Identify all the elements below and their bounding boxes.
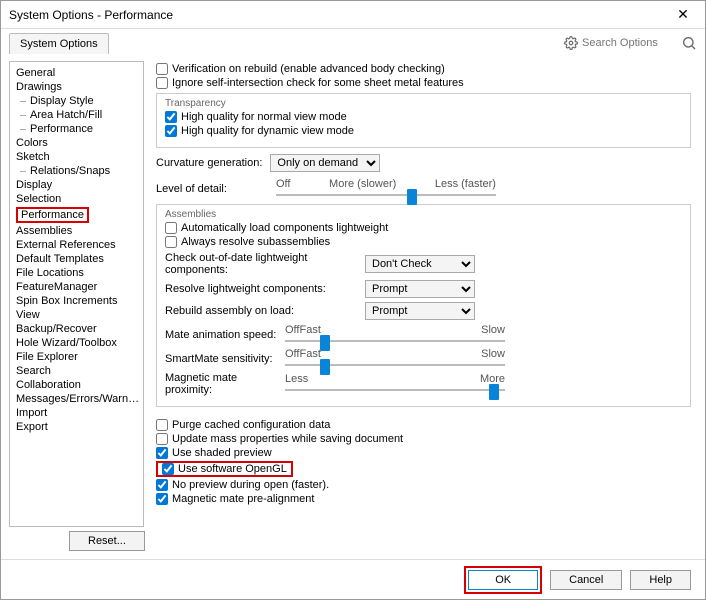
magmate-label: Magnetic mate proximity: (165, 372, 285, 396)
tree-item[interactable]: Relations/Snaps (14, 164, 143, 178)
tree-item[interactable]: File Locations (14, 266, 143, 280)
tree-item[interactable]: FeatureManager (14, 280, 143, 294)
close-button[interactable]: ✕ (669, 6, 697, 23)
auto-lw-checkbox[interactable] (165, 222, 177, 234)
hq-normal-checkbox[interactable] (165, 111, 177, 123)
ok-highlight: OK (464, 566, 542, 594)
tabs: System Options (9, 33, 109, 54)
search-icon[interactable] (681, 35, 697, 51)
tree-item[interactable]: Performance (14, 206, 143, 224)
tree-item[interactable]: Performance (14, 122, 143, 136)
tree-item[interactable]: Display (14, 178, 143, 192)
tree-item[interactable]: Search (14, 364, 143, 378)
search-wrap (564, 35, 697, 51)
magmate-slider[interactable]: LessMore (285, 373, 505, 395)
resolve-lw-label: Resolve lightweight components: (165, 283, 365, 295)
tree-item[interactable]: File Explorer (14, 350, 143, 364)
tree-item[interactable]: Hole Wizard/Toolbox (14, 336, 143, 350)
verify-rebuild-checkbox[interactable] (156, 63, 168, 75)
auto-lw-label: Automatically load components lightweigh… (181, 222, 388, 234)
mate-anim-slider[interactable]: OffFastSlow (285, 324, 505, 346)
tree-item[interactable]: View (14, 308, 143, 322)
tree-item[interactable]: Spin Box Increments (14, 294, 143, 308)
shaded-preview-label: Use shaded preview (172, 447, 272, 459)
ignore-si-checkbox[interactable] (156, 77, 168, 89)
tree-item[interactable]: Messages/Errors/Warnings (14, 392, 143, 406)
mate-anim-label: Mate animation speed: (165, 329, 285, 341)
always-resolve-checkbox[interactable] (165, 236, 177, 248)
shaded-preview-checkbox[interactable] (156, 447, 168, 459)
purge-checkbox[interactable] (156, 419, 168, 431)
no-preview-label: No preview during open (faster). (172, 479, 329, 491)
magmate-prealign-label: Magnetic mate pre-alignment (172, 493, 314, 505)
smartmate-slider[interactable]: OffFastSlow (285, 348, 505, 370)
tree-item[interactable]: Export (14, 420, 143, 434)
magmate-prealign-checkbox[interactable] (156, 493, 168, 505)
tree-item[interactable]: Selection (14, 192, 143, 206)
always-resolve-label: Always resolve subassemblies (181, 236, 330, 248)
gear-icon (564, 36, 578, 50)
tree-item[interactable]: External References (14, 238, 143, 252)
check-ood-label: Check out-of-date lightweight components… (165, 252, 365, 276)
reset-button[interactable]: Reset... (69, 531, 145, 551)
title-bar: System Options - Performance ✕ (1, 1, 705, 29)
opengl-checkbox[interactable] (162, 463, 174, 475)
resolve-lw-select[interactable]: Prompt (365, 280, 475, 298)
hq-dynamic-label: High quality for dynamic view mode (181, 125, 354, 137)
opengl-highlight: Use software OpenGL (156, 461, 293, 477)
check-ood-select[interactable]: Don't Check (365, 255, 475, 273)
purge-label: Purge cached configuration data (172, 419, 330, 431)
search-input[interactable] (582, 37, 677, 49)
verify-rebuild-label: Verification on rebuild (enable advanced… (172, 63, 445, 75)
ignore-si-label: Ignore self-intersection check for some … (172, 77, 464, 89)
opengl-label: Use software OpenGL (178, 463, 287, 475)
tree-item[interactable]: Sketch (14, 150, 143, 164)
transparency-group: Transparency High quality for normal vie… (156, 93, 691, 148)
lod-label: Level of detail: (156, 183, 276, 195)
cancel-button[interactable]: Cancel (550, 570, 622, 590)
ok-button[interactable]: OK (468, 570, 538, 590)
top-row: System Options (1, 29, 705, 57)
assemblies-group: Assemblies Automatically load components… (156, 204, 691, 407)
hq-dynamic-checkbox[interactable] (165, 125, 177, 137)
content-panel: Verification on rebuild (enable advanced… (156, 61, 697, 527)
transparency-legend: Transparency (165, 98, 682, 109)
rebuild-label: Rebuild assembly on load: (165, 305, 365, 317)
assemblies-legend: Assemblies (165, 209, 682, 220)
tree-item[interactable]: Default Templates (14, 252, 143, 266)
update-mass-checkbox[interactable] (156, 433, 168, 445)
tree-item[interactable]: Collaboration (14, 378, 143, 392)
lod-slider[interactable]: OffMore (slower)Less (faster) (276, 178, 496, 200)
tree-item[interactable]: Display Style (14, 94, 143, 108)
help-button[interactable]: Help (630, 570, 691, 590)
tree-item[interactable]: Area Hatch/Fill (14, 108, 143, 122)
footer: OK Cancel Help (1, 559, 705, 599)
hq-normal-label: High quality for normal view mode (181, 111, 347, 123)
tree-item[interactable]: Backup/Recover (14, 322, 143, 336)
tab-system-options[interactable]: System Options (9, 33, 109, 54)
window-title: System Options - Performance (9, 8, 669, 22)
tree-item[interactable]: Import (14, 406, 143, 420)
no-preview-checkbox[interactable] (156, 479, 168, 491)
update-mass-label: Update mass properties while saving docu… (172, 433, 403, 445)
tree-item[interactable]: Assemblies (14, 224, 143, 238)
curvature-gen-label: Curvature generation: (156, 157, 262, 169)
tree-item[interactable]: Colors (14, 136, 143, 150)
tree-item[interactable]: Drawings (14, 80, 143, 94)
smartmate-label: SmartMate sensitivity: (165, 353, 285, 365)
curvature-gen-select[interactable]: Only on demand (270, 154, 380, 172)
category-tree[interactable]: GeneralDrawingsDisplay StyleArea Hatch/F… (9, 61, 144, 527)
rebuild-select[interactable]: Prompt (365, 302, 475, 320)
tree-item[interactable]: General (14, 66, 143, 80)
